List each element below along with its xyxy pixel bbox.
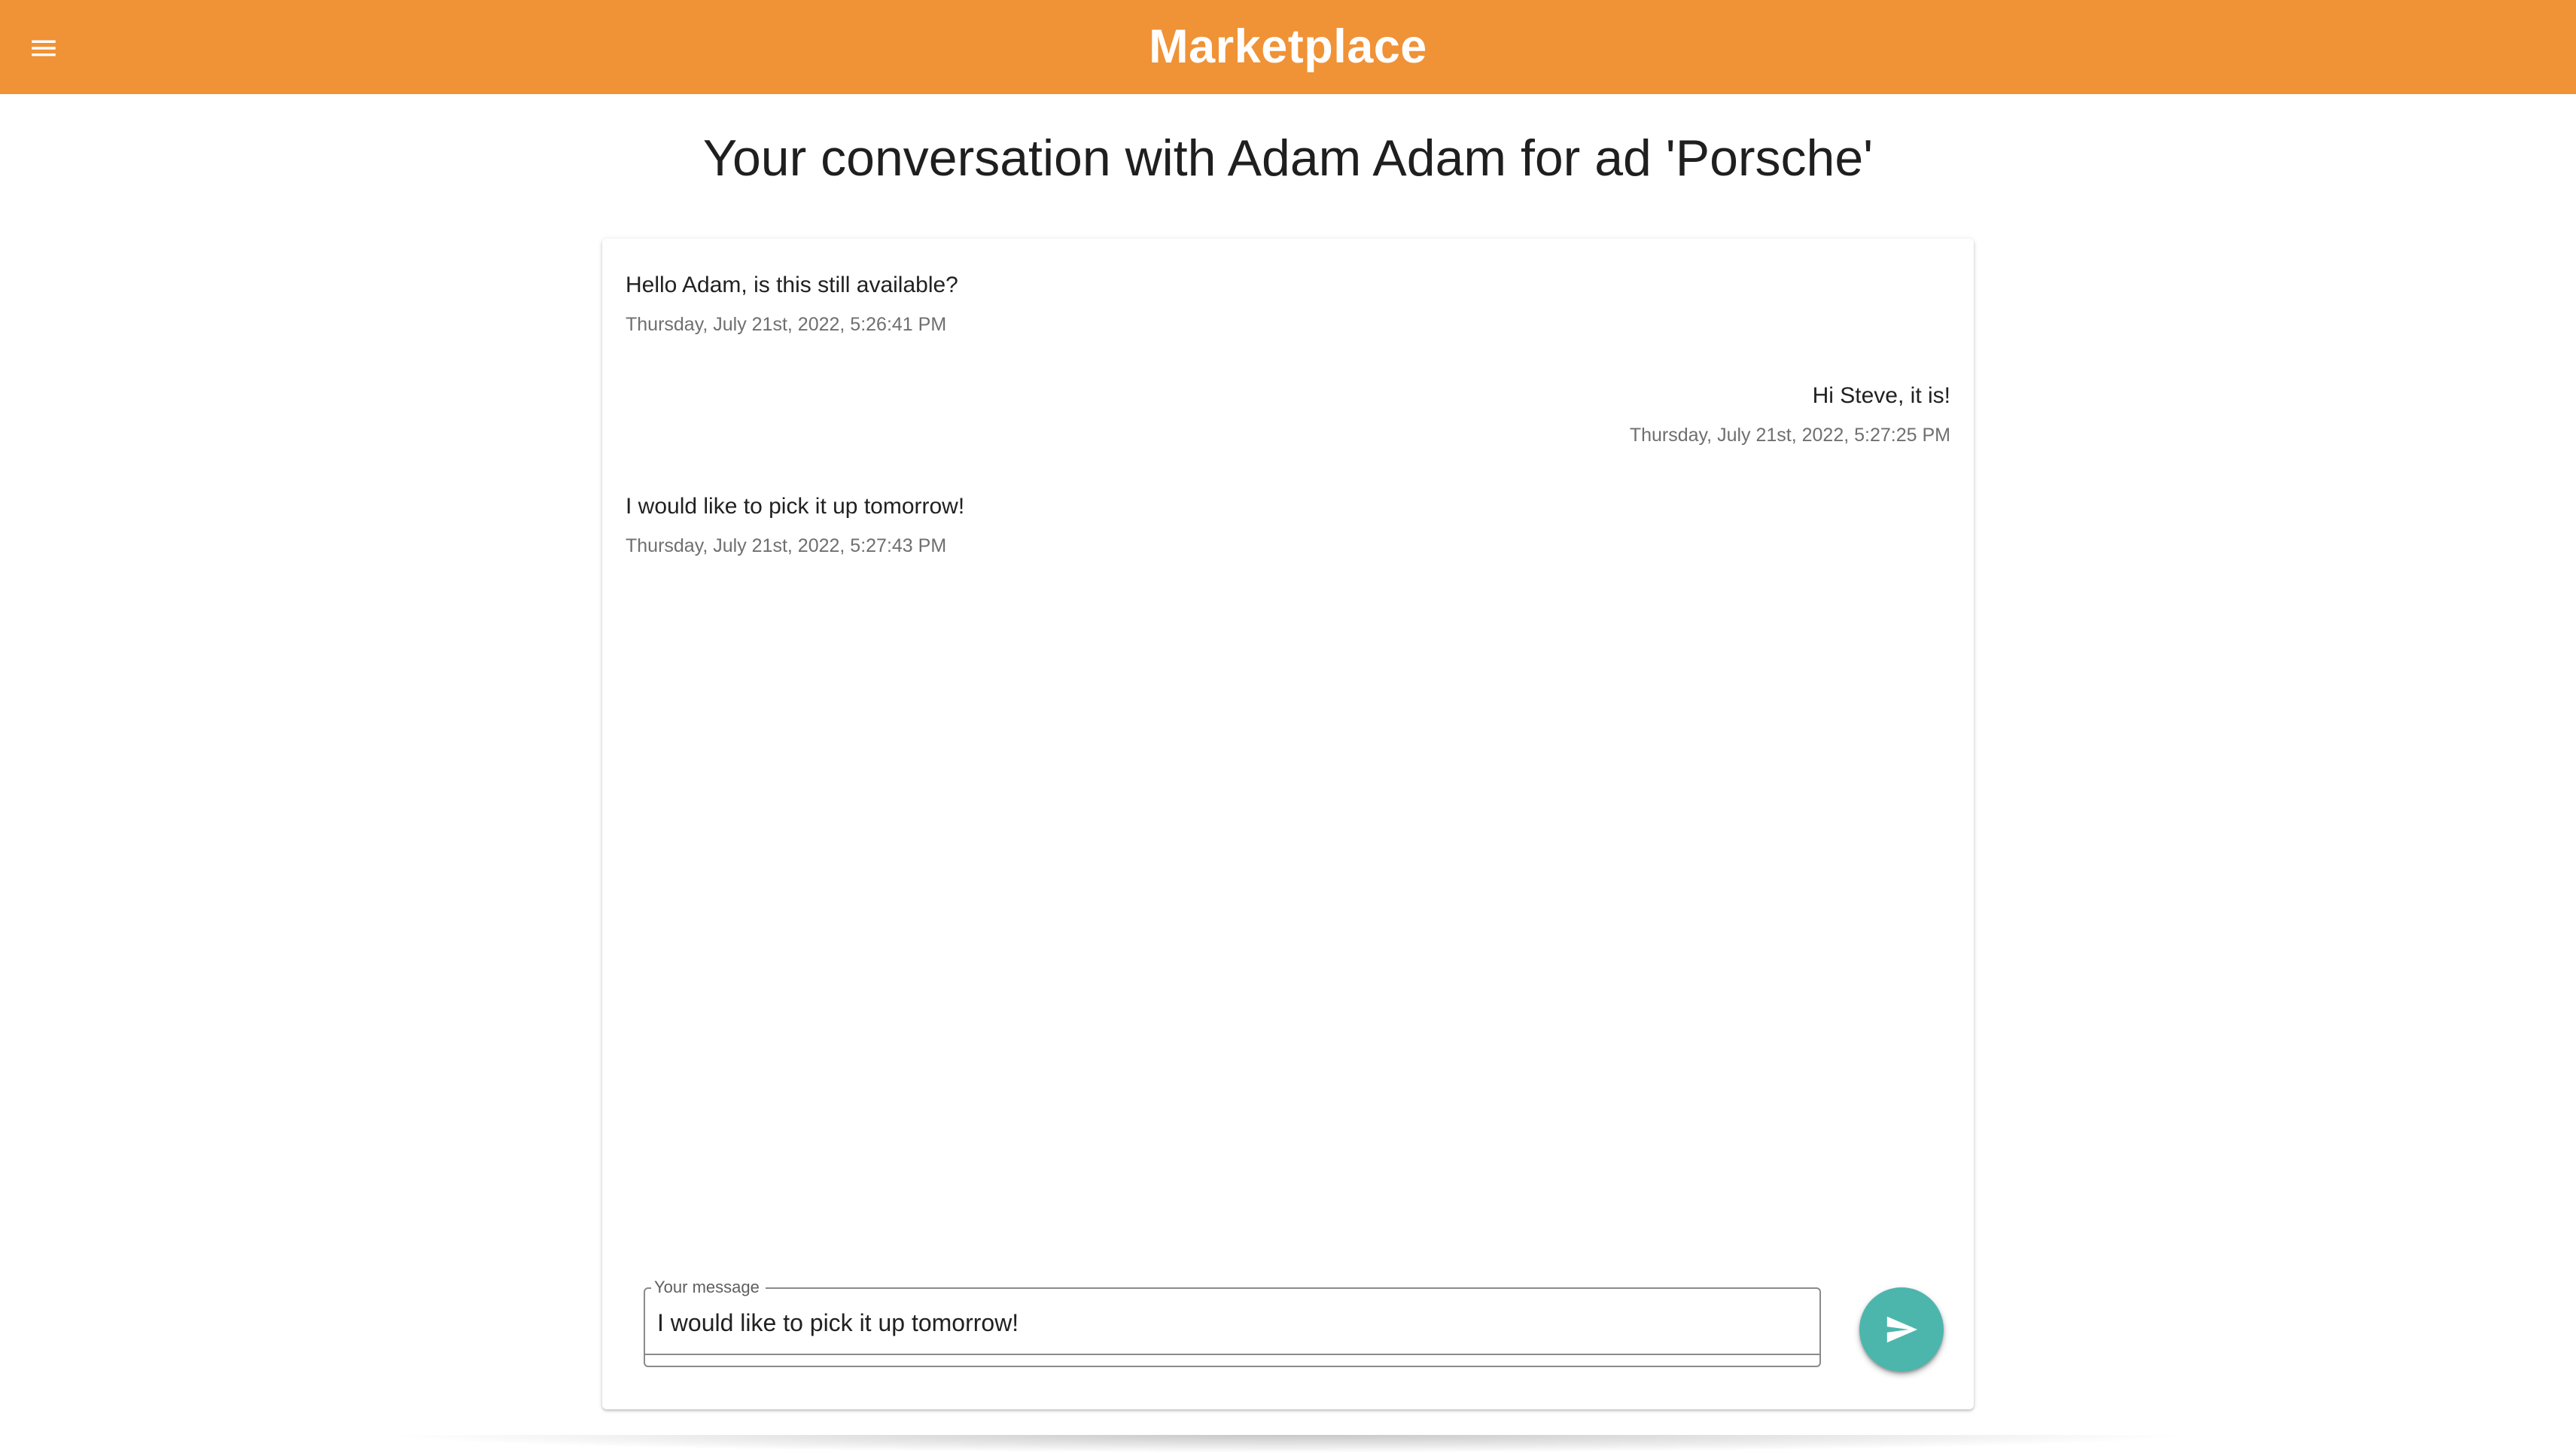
send-button[interactable] bbox=[1859, 1287, 1944, 1372]
app-bar: Marketplace bbox=[0, 0, 2576, 94]
message-field: Your message bbox=[644, 1277, 1821, 1367]
message-text: Hello Adam, is this still available? bbox=[626, 273, 958, 297]
message-item: I would like to pick it up tomorrow! Thu… bbox=[626, 492, 1950, 558]
message-item: Hi Steve, it is! Thursday, July 21st, 20… bbox=[626, 381, 1950, 447]
message-text: I would like to pick it up tomorrow! bbox=[626, 494, 965, 519]
message-item: Hello Adam, is this still available? Thu… bbox=[626, 270, 1950, 337]
send-icon bbox=[1886, 1316, 1918, 1343]
app-title: Marketplace bbox=[1149, 20, 1427, 73]
bottom-shadow bbox=[376, 1435, 2198, 1453]
conversation-card: Hello Adam, is this still available? Thu… bbox=[602, 239, 1974, 1409]
message-field-underline bbox=[645, 1354, 1819, 1355]
page-title: Your conversation with Adam Adam for ad … bbox=[702, 129, 1874, 187]
message-timestamp: Thursday, July 21st, 2022, 5:27:43 PM bbox=[626, 535, 947, 556]
message-input[interactable] bbox=[657, 1305, 1786, 1340]
message-timestamp: Thursday, July 21st, 2022, 5:27:25 PM bbox=[1629, 425, 1950, 446]
message-timestamp: Thursday, July 21st, 2022, 5:26:41 PM bbox=[626, 314, 947, 335]
message-text: Hi Steve, it is! bbox=[1812, 383, 1950, 408]
message-field-label: Your message bbox=[651, 1277, 766, 1298]
